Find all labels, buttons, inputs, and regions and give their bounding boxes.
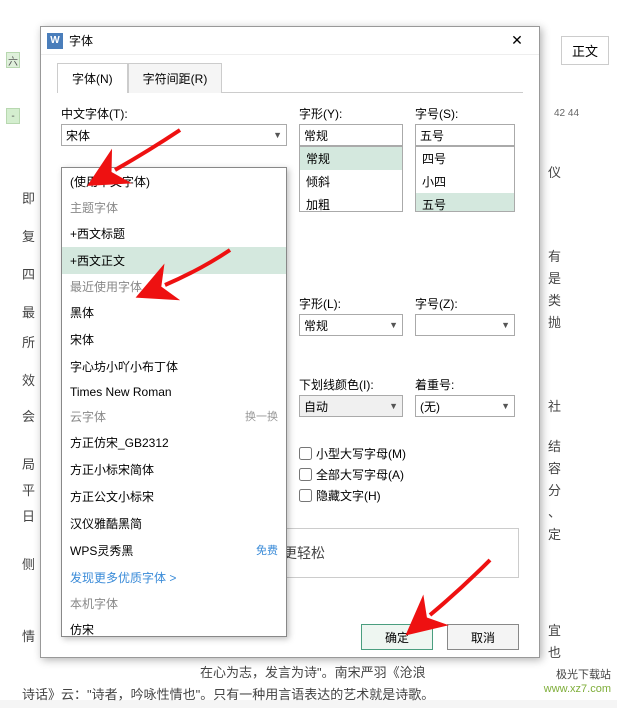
watermark: 极光下载站 www.xz7.com (544, 668, 611, 696)
bg-text: 社 (548, 394, 561, 420)
style-zhengwen-button[interactable]: 正文 (561, 36, 609, 65)
style-option[interactable]: 常规 (300, 147, 402, 170)
bg-text: 侧 (22, 552, 35, 578)
label-size: 字号(S): (415, 105, 515, 122)
chinese-font-combo[interactable]: 宋体 ▼ (61, 124, 287, 146)
font-option[interactable]: +西文标题 (62, 220, 286, 247)
cancel-button[interactable]: 取消 (447, 624, 519, 650)
tab-font[interactable]: 字体(N) (57, 63, 128, 93)
complex-size-combo[interactable]: ▼ (415, 314, 515, 336)
discover-fonts-link[interactable]: 发现更多优质字体 > (62, 564, 286, 591)
watermark-text: 极光下载站 (544, 668, 611, 682)
style-option[interactable]: 倾斜 (300, 170, 402, 193)
font-option[interactable]: 方正小标宋简体 (62, 456, 286, 483)
label-style: 字形(Y): (299, 105, 403, 122)
bg-text-line: 诗话》云："诗者，吟咏性情也"。只有一种用言语表达的艺术就是诗歌。 (22, 682, 582, 708)
chinese-font-value: 宋体 (66, 127, 90, 144)
size-option[interactable]: 小四 (416, 170, 514, 193)
font-group-header: 主题字体 (62, 195, 286, 220)
dialog-tabs: 字体(N) 字符间距(R) (41, 55, 539, 93)
size-value: 五号 (420, 127, 444, 144)
label-underline-color: 下划线颜色(I): (299, 376, 403, 393)
size-listbox[interactable]: 四号 小四 五号 (415, 146, 515, 212)
western-font-dropdown[interactable]: (使用中文字体)主题字体+西文标题+西文正文最近使用字体黑体宋体字心坊小吖小布丁… (61, 167, 287, 637)
style-listbox[interactable]: 常规 倾斜 加粗 (299, 146, 403, 212)
checkbox-small-caps[interactable]: 小型大写字母(M) (299, 445, 519, 462)
checkbox-input[interactable] (299, 447, 312, 460)
complex-style-combo[interactable]: 常规 ▼ (299, 314, 403, 336)
app-icon: W (47, 33, 63, 49)
ok-button[interactable]: 确定 (361, 624, 433, 650)
size-input[interactable]: 五号 (415, 124, 515, 146)
checkbox-label: 小型大写字母(M) (316, 445, 406, 462)
font-dialog: W 字体 ✕ 字体(N) 字符间距(R) 中文字体(T): 宋体 ▼ 字形(Y)… (40, 26, 540, 658)
chevron-down-icon: ▼ (501, 401, 510, 411)
checkbox-hidden[interactable]: 隐藏文字(H) (299, 487, 519, 504)
bg-text: 即 (22, 186, 35, 212)
chevron-down-icon: ▼ (501, 320, 510, 330)
bg-text: 平 (22, 478, 35, 504)
label-complex-style: 字形(L): (299, 295, 403, 312)
checkbox-input[interactable] (299, 468, 312, 481)
bg-text: 仪 (548, 160, 561, 186)
chevron-down-icon: ▼ (389, 320, 398, 330)
bg-text: 会 (22, 404, 35, 430)
close-icon[interactable]: ✕ (501, 32, 533, 49)
underline-color-value: 自动 (304, 398, 328, 415)
bg-text: 定 (548, 522, 561, 548)
complex-style-value: 常规 (304, 317, 328, 334)
font-option[interactable]: 宋体 (62, 326, 286, 353)
font-option[interactable]: 仿宋 (62, 616, 286, 637)
font-option[interactable]: 汉仪雅酷黑简 (62, 510, 286, 537)
style-value: 常规 (304, 127, 328, 144)
dialog-titlebar: W 字体 ✕ (41, 27, 539, 55)
size-option[interactable]: 五号 (416, 193, 514, 212)
checkbox-input[interactable] (299, 489, 312, 502)
bg-text: 情 (22, 624, 35, 650)
style-option[interactable]: 加粗 (300, 193, 402, 212)
style-input[interactable]: 常规 (299, 124, 403, 146)
bg-text: 日 (22, 504, 35, 530)
font-option[interactable]: 方正公文小标宋 (62, 483, 286, 510)
font-group-header: 最近使用字体 (62, 274, 286, 299)
outline-marker: 六 (6, 52, 20, 68)
font-option[interactable]: 字心坊小吖小布丁体 (62, 353, 286, 380)
checkbox-label: 全部大写字母(A) (316, 466, 404, 483)
bg-text: 抛 (548, 310, 561, 336)
font-option[interactable]: WPS灵秀黑免费 (62, 537, 286, 564)
font-option[interactable]: +西文正文 (62, 247, 286, 274)
bg-text: 最 (22, 300, 35, 326)
bg-text: 所 (22, 330, 35, 356)
font-option[interactable]: Times New Roman (62, 380, 286, 404)
bg-text: 局 (22, 452, 35, 478)
chevron-down-icon: ▼ (389, 401, 398, 411)
font-option[interactable]: 黑体 (62, 299, 286, 326)
font-option[interactable]: (使用中文字体) (62, 168, 286, 195)
emphasis-combo[interactable]: (无) ▼ (415, 395, 515, 417)
emphasis-value: (无) (420, 398, 440, 415)
dialog-title: 字体 (69, 32, 501, 49)
checkbox-all-caps[interactable]: 全部大写字母(A) (299, 466, 519, 483)
chevron-down-icon: ▼ (273, 130, 282, 140)
outline-marker: - (6, 108, 20, 124)
label-emphasis: 着重号: (415, 376, 515, 393)
bg-text: 复 (22, 224, 35, 250)
bg-text: 四 (22, 262, 35, 288)
size-option[interactable]: 四号 (416, 147, 514, 170)
ruler-marks: 42 44 (554, 108, 579, 119)
font-group-header: 本机字体 (62, 591, 286, 616)
checkbox-label: 隐藏文字(H) (316, 487, 381, 504)
label-chinese-font: 中文字体(T): (61, 105, 287, 122)
tab-spacing[interactable]: 字符间距(R) (128, 63, 223, 93)
watermark-url: www.xz7.com (544, 682, 611, 696)
label-complex-size: 字号(Z): (415, 295, 515, 312)
underline-color-combo[interactable]: 自动 ▼ (299, 395, 403, 417)
bg-text: 效 (22, 368, 35, 394)
font-group-header: 云字体换一换 (62, 404, 286, 429)
font-option[interactable]: 方正仿宋_GB2312 (62, 429, 286, 456)
